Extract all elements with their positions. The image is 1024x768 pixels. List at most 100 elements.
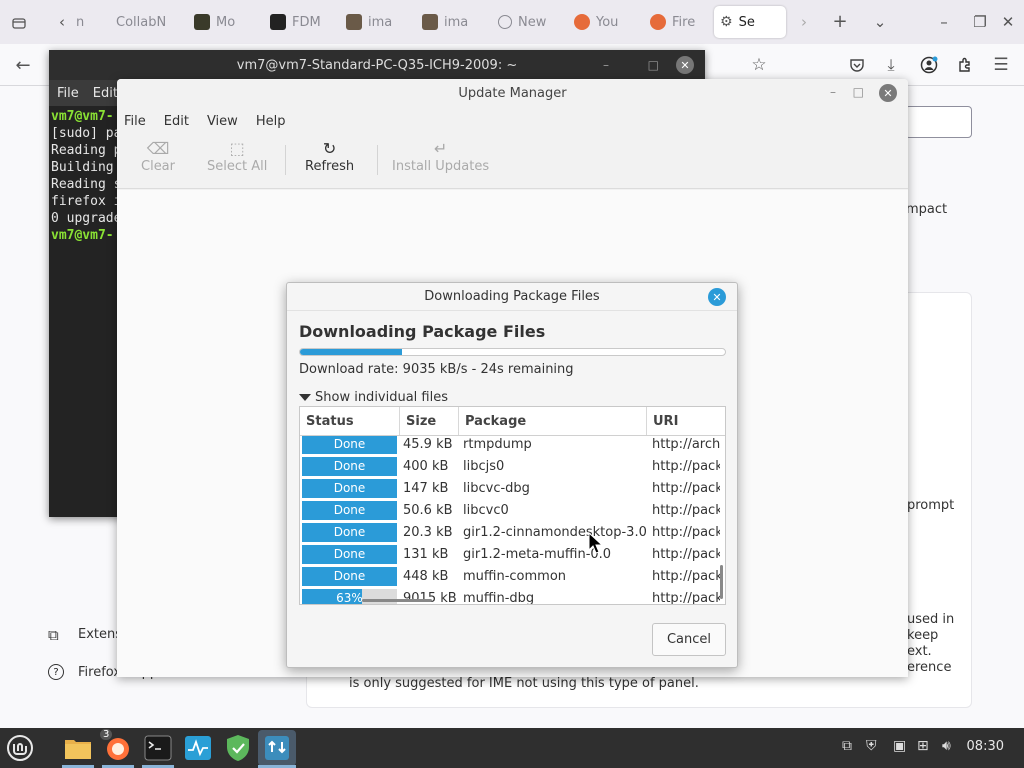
size-cell: 9015 kB xyxy=(403,590,457,605)
minimize-icon[interactable]: – xyxy=(934,12,954,32)
shield-app[interactable] xyxy=(222,732,254,764)
package-cell: muffin-dbg xyxy=(463,590,535,605)
size-cell: 50.6 kB xyxy=(403,502,453,518)
menu-help[interactable]: Help xyxy=(256,114,286,129)
refresh-label: Refresh xyxy=(305,159,355,174)
close-icon[interactable]: ✕ xyxy=(998,12,1018,32)
toolbar-separator xyxy=(377,145,378,175)
tab-collabnet[interactable]: CollabN xyxy=(110,6,172,38)
size-cell: 20.3 kB xyxy=(403,524,453,540)
update-tray-icon[interactable]: ⧉ xyxy=(842,738,852,754)
chevron-left-icon[interactable]: ‹ xyxy=(52,12,72,32)
maximize-icon[interactable]: ❐ xyxy=(970,12,990,32)
table-row[interactable]: Done 448 kB muffin-common http://packa xyxy=(300,565,720,587)
install-updates-button[interactable]: ↵ Install Updates xyxy=(392,139,489,174)
sidebar-item-extensions[interactable]: Extens xyxy=(78,627,122,642)
show-files-expander[interactable]: Show individual files xyxy=(299,390,448,405)
extensions-icon[interactable] xyxy=(954,54,976,76)
clock[interactable]: 08:30 xyxy=(967,739,1004,754)
settings-search-input[interactable] xyxy=(905,106,972,138)
terminal-app[interactable] xyxy=(142,732,174,764)
clipboard-tray-icon[interactable]: ▣ xyxy=(893,738,906,754)
terminal-titlebar: vm7@vm7-Standard-PC-Q35-ICH9-2009: ~ – □… xyxy=(49,50,705,80)
chevron-right-icon[interactable]: › xyxy=(794,12,814,32)
column-header-size[interactable]: Size xyxy=(400,407,459,435)
pocket-icon[interactable] xyxy=(846,54,868,76)
tab-0[interactable]: n xyxy=(70,6,106,38)
cancel-button[interactable]: Cancel xyxy=(652,623,726,656)
column-header-status[interactable]: Status xyxy=(300,407,400,435)
new-tab-icon[interactable]: + xyxy=(830,11,850,32)
window-title: Update Manager xyxy=(458,85,567,101)
account-icon[interactable] xyxy=(918,54,940,76)
table-row[interactable]: Done 50.6 kB libcvc0 http://packa xyxy=(300,499,720,521)
maximize-icon[interactable]: □ xyxy=(853,85,864,99)
gear-icon: ⚙ xyxy=(720,14,733,30)
menu-file[interactable]: File xyxy=(57,86,79,101)
maximize-icon[interactable]: □ xyxy=(648,58,659,72)
vertical-scrollbar[interactable] xyxy=(720,565,723,599)
close-icon[interactable]: ✕ xyxy=(879,84,897,102)
table-row[interactable]: Done 45.9 kB rtmpdump http://archiv xyxy=(300,433,720,455)
tab-new[interactable]: New xyxy=(492,6,558,38)
volume-tray-icon[interactable]: 🔊︎ xyxy=(942,738,951,754)
back-arrow-icon[interactable]: ← xyxy=(12,54,34,76)
table-row[interactable]: Done 131 kB gir1.2-meta-muffin-0.0 http://p… xyxy=(300,543,720,565)
column-header-package[interactable]: Package xyxy=(459,407,647,435)
tab-you[interactable]: You xyxy=(568,6,634,38)
download-icon[interactable]: ⤓ xyxy=(880,54,902,76)
table-row[interactable]: Done 147 kB libcvc-dbg http://packa xyxy=(300,477,720,499)
page-text-fragment: erence xyxy=(907,660,952,675)
tab-label: FDM xyxy=(292,14,321,30)
minimize-icon[interactable]: – xyxy=(830,85,836,99)
status-text: Done xyxy=(333,503,366,517)
bookmark-star-icon[interactable]: ☆ xyxy=(748,54,770,76)
close-icon[interactable]: ✕ xyxy=(676,56,694,74)
info-icon xyxy=(498,15,512,29)
image-thumbnail-icon xyxy=(194,14,210,30)
status-cell: 63% xyxy=(300,588,400,604)
refresh-button[interactable]: ↻ Refresh xyxy=(305,139,354,174)
table-row[interactable]: Done 20.3 kB gir1.2-cinnamondesktop-3.0 htt… xyxy=(300,521,720,543)
horizontal-scrollbar[interactable] xyxy=(362,599,432,602)
system-monitor-app[interactable] xyxy=(182,732,214,764)
tab-fire[interactable]: Fire xyxy=(644,6,706,38)
menu-edit[interactable]: Edit xyxy=(164,114,189,129)
ime-note: is only suggested for IME not using this… xyxy=(349,676,699,691)
tab-ima-2[interactable]: ima xyxy=(416,6,482,38)
table-row[interactable]: 63% 9015 kB muffin-dbg http://packa xyxy=(300,587,720,605)
firefox-app[interactable]: 3 xyxy=(100,729,134,764)
shield-tray-icon[interactable]: ⛨ xyxy=(866,738,877,754)
files-app[interactable] xyxy=(62,732,94,764)
page-text-fragment: used in xyxy=(907,612,955,627)
tab-mo[interactable]: Mo xyxy=(188,6,250,38)
menu-icon[interactable]: ☰ xyxy=(990,54,1012,76)
clear-button[interactable]: ⌫ Clear xyxy=(141,139,175,174)
table-row[interactable]: Done 400 kB libcjs0 http://packa xyxy=(300,455,720,477)
column-header-uri[interactable]: URI xyxy=(647,407,725,435)
help-icon: ? xyxy=(48,664,64,680)
download-dialog: Downloading Package Files ✕ Downloading … xyxy=(286,282,738,668)
size-cell: 147 kB xyxy=(403,480,449,496)
mint-menu-button[interactable] xyxy=(4,732,36,764)
tab-list-icon[interactable] xyxy=(8,12,30,34)
network-tray-icon[interactable]: ⊞ xyxy=(917,738,929,754)
files-table[interactable]: Done 45.9 kB rtmpdump http://archiv Done 400 … xyxy=(299,406,726,605)
select-all-button[interactable]: ⬚ Select All xyxy=(207,139,267,174)
tab-fdm[interactable]: FDM xyxy=(264,6,330,38)
status-text: Done xyxy=(333,569,366,583)
close-icon[interactable]: ✕ xyxy=(708,288,726,306)
minimize-icon[interactable]: – xyxy=(603,58,609,72)
mouse-pointer-icon xyxy=(588,532,604,554)
menu-edit[interactable]: Edit xyxy=(93,86,118,101)
chevron-down-icon[interactable]: ⌄ xyxy=(870,12,890,32)
tab-ima-1[interactable]: ima xyxy=(340,6,406,38)
size-cell: 45.9 kB xyxy=(403,436,453,452)
update-manager-app[interactable] xyxy=(258,730,296,766)
terminal-title: vm7@vm7-Standard-PC-Q35-ICH9-2009: ~ xyxy=(236,57,518,73)
tab-label: ima xyxy=(368,14,393,30)
menu-file[interactable]: File xyxy=(124,114,146,129)
update-manager-menubar: File Edit View Help xyxy=(117,107,908,135)
menu-view[interactable]: View xyxy=(207,114,238,129)
tab-settings[interactable]: ⚙ Se xyxy=(714,6,786,38)
